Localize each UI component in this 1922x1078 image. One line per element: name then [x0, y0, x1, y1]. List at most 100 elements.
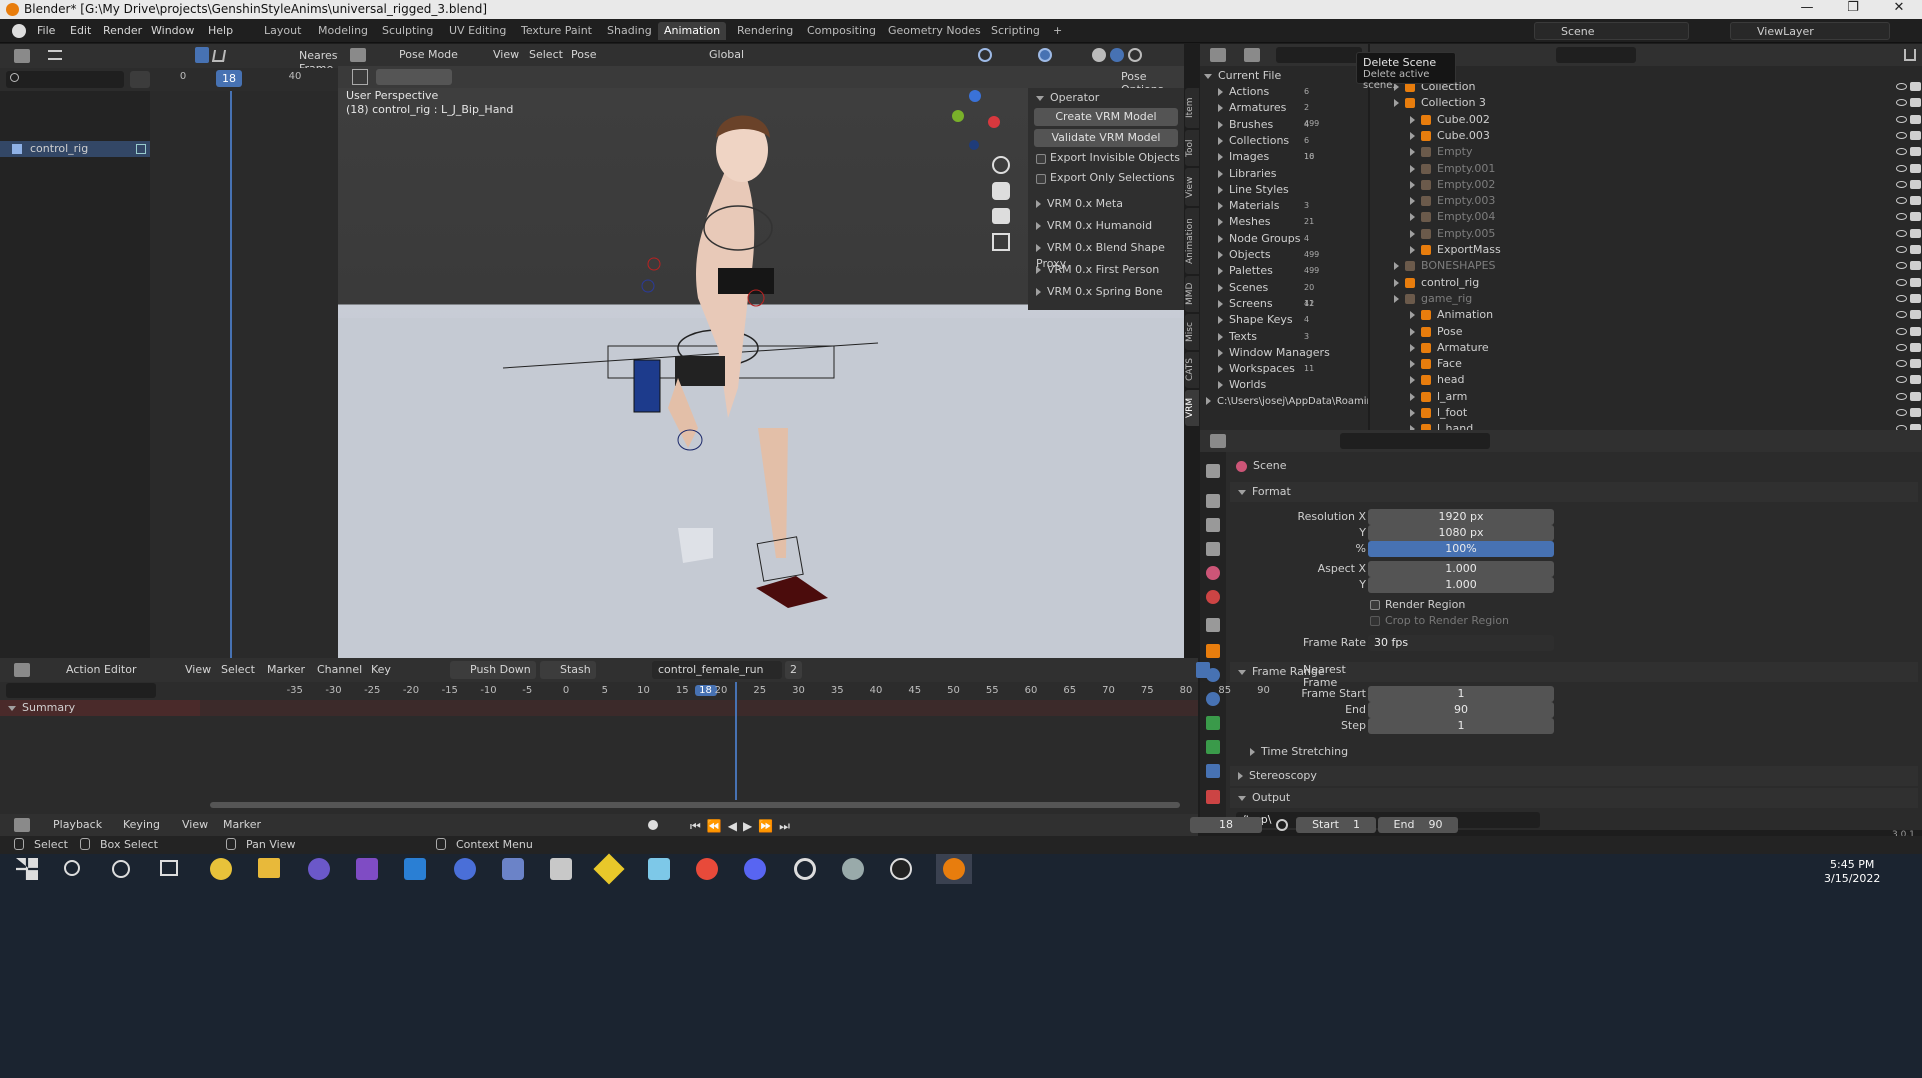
frame-step-field[interactable]: 1	[1368, 718, 1554, 734]
action-menu-marker[interactable]: Marker	[262, 661, 310, 679]
channel-control-rig[interactable]: control_rig	[0, 141, 150, 157]
navigation-gizmo[interactable]	[944, 90, 1004, 150]
shading-material-icon[interactable]	[1110, 48, 1124, 62]
display-mode-icon[interactable]	[1244, 48, 1260, 62]
start-frame-field[interactable]: Start 1	[1296, 817, 1376, 833]
tool-tab-icon[interactable]	[1206, 464, 1220, 478]
tab-scripting[interactable]: Scripting	[985, 22, 1046, 40]
select-mode-buttons[interactable]	[376, 69, 452, 85]
resolution-percent-field[interactable]: 100%	[1368, 541, 1554, 557]
outliner-item[interactable]: l_foot	[1410, 405, 1560, 421]
frame-start-field[interactable]: 1	[1368, 686, 1554, 702]
action-menu-channel[interactable]: Channel	[312, 661, 367, 679]
aspect-x-field[interactable]: 1.000	[1368, 561, 1554, 577]
visibility-eye-icon[interactable]	[1896, 294, 1907, 302]
visibility-eye-icon[interactable]	[1896, 376, 1907, 384]
vrm-humanoid-section[interactable]: VRM 0.x Humanoid	[1036, 218, 1152, 234]
current-file-item[interactable]: Current File	[1204, 68, 1281, 84]
outliner-item[interactable]: Armature	[1410, 340, 1560, 356]
aspect-y-field[interactable]: 1.000	[1368, 577, 1554, 593]
channel-checkbox[interactable]	[136, 144, 146, 154]
tab-shading[interactable]: Shading	[601, 22, 658, 40]
transport-controls[interactable]: ⏮⏪◀▶⏩⏭	[690, 819, 796, 834]
visibility-eye-icon[interactable]	[1896, 360, 1907, 368]
sync-icon[interactable]	[130, 71, 150, 88]
visibility-eye-icon[interactable]	[1896, 278, 1907, 286]
action-snap-dropdown[interactable]: Nearest Frame	[1298, 661, 1351, 689]
orientation-dropdown[interactable]: Global	[691, 46, 749, 64]
outliner-item[interactable]: Empty.001	[1410, 161, 1560, 177]
viewport-visibility-icon[interactable]	[978, 48, 992, 62]
datablock-item[interactable]: Workspaces 11	[1218, 361, 1314, 377]
visibility-eye-icon[interactable]	[1896, 246, 1907, 253]
close-window-button[interactable]: ✕	[1876, 0, 1922, 19]
action-selector[interactable]: control_female_run	[652, 661, 782, 679]
visibility-eye-icon[interactable]	[1896, 115, 1907, 123]
mode-dropdown[interactable]: Pose Mode	[383, 46, 463, 64]
time-stretching-subpanel[interactable]: Time Stretching	[1250, 744, 1348, 760]
end-frame-field[interactable]: End 90	[1378, 817, 1458, 833]
gizmo-y-icon[interactable]	[952, 110, 964, 122]
resolution-y-field[interactable]: 1080 px	[1368, 525, 1554, 541]
render-camera-icon[interactable]	[1910, 228, 1921, 238]
sidebar-tab-view[interactable]: View	[1185, 168, 1199, 206]
render-camera-icon[interactable]	[1910, 261, 1921, 271]
render-camera-icon[interactable]	[1910, 359, 1921, 369]
collection-tab-icon[interactable]	[1206, 618, 1220, 632]
filter-icon[interactable]	[211, 50, 227, 62]
visibility-eye-icon[interactable]	[1896, 262, 1907, 270]
render-camera-icon[interactable]	[1910, 408, 1921, 417]
pose-options-button[interactable]: Pose Options	[1116, 68, 1184, 96]
visibility-eye-icon[interactable]	[1896, 83, 1907, 90]
resolution-x-field[interactable]: 1920 px	[1368, 509, 1554, 525]
menu-render[interactable]: Render	[103, 24, 142, 37]
stereoscopy-panel-header[interactable]: Stereoscopy	[1230, 766, 1918, 786]
file-explorer-icon[interactable]	[258, 858, 280, 878]
render-camera-icon[interactable]	[1910, 245, 1921, 254]
maximize-button[interactable]: ❐	[1830, 0, 1876, 19]
render-camera-icon[interactable]	[1910, 130, 1921, 140]
outliner-filter-icon[interactable]	[1904, 49, 1916, 61]
hamburger-menu-icon[interactable]	[48, 50, 62, 60]
tab-rendering[interactable]: Rendering	[731, 22, 799, 40]
grid-view-icon[interactable]	[992, 233, 1010, 251]
gizmo-x-icon[interactable]	[988, 116, 1000, 128]
datablock-item[interactable]: Libraries	[1218, 166, 1277, 182]
viewport-menu-select[interactable]: Select	[524, 46, 568, 64]
render-camera-icon[interactable]	[1910, 196, 1921, 206]
format-panel-header[interactable]: Format	[1230, 482, 1918, 502]
outliner-item[interactable]: Cube.002	[1410, 112, 1560, 128]
visibility-eye-icon[interactable]	[1896, 327, 1907, 335]
timeline-view-menu[interactable]: View	[177, 816, 213, 834]
app-icon-7[interactable]	[842, 858, 864, 880]
app-icon-2[interactable]	[502, 858, 524, 880]
datablock-item[interactable]: Scenes 20 42 4	[1218, 280, 1314, 324]
github-icon[interactable]	[308, 858, 330, 880]
menu-help[interactable]: Help	[208, 24, 233, 37]
shading-solid-icon[interactable]	[1092, 48, 1106, 62]
viewport-menu-view[interactable]: View	[488, 46, 524, 64]
action-editor-type-icon[interactable]	[14, 663, 30, 677]
tab-texture-paint[interactable]: Texture Paint	[515, 22, 598, 40]
armature-data-tab-icon[interactable]	[1206, 716, 1220, 730]
operator-header[interactable]: Operator	[1036, 90, 1099, 106]
outliner-item[interactable]: Empty.003	[1410, 193, 1560, 209]
visibility-eye-icon[interactable]	[1896, 409, 1907, 416]
sidebar-tab-cats[interactable]: CATS	[1185, 352, 1199, 388]
datablock-item[interactable]: Shape Keys	[1218, 312, 1293, 328]
export-only-sel-checkbox[interactable]	[1036, 174, 1046, 184]
camera-view-icon[interactable]	[992, 208, 1010, 224]
obs-icon[interactable]	[890, 858, 912, 880]
visibility-eye-icon[interactable]	[1896, 164, 1907, 172]
timeline-type-icon[interactable]	[14, 818, 30, 832]
texture-tab-icon[interactable]	[1206, 790, 1220, 804]
visibility-eye-icon[interactable]	[1896, 213, 1907, 221]
tab-sculpting[interactable]: Sculpting	[376, 22, 439, 40]
visibility-eye-icon[interactable]	[1896, 99, 1907, 107]
visibility-eye-icon[interactable]	[1896, 180, 1907, 188]
render-camera-icon[interactable]	[1910, 342, 1921, 352]
object-tab-icon[interactable]	[1206, 644, 1220, 658]
zoom-icon[interactable]	[992, 156, 1010, 174]
app-icon-3[interactable]	[550, 858, 572, 880]
outliner-item[interactable]: Empty.002	[1410, 177, 1560, 193]
